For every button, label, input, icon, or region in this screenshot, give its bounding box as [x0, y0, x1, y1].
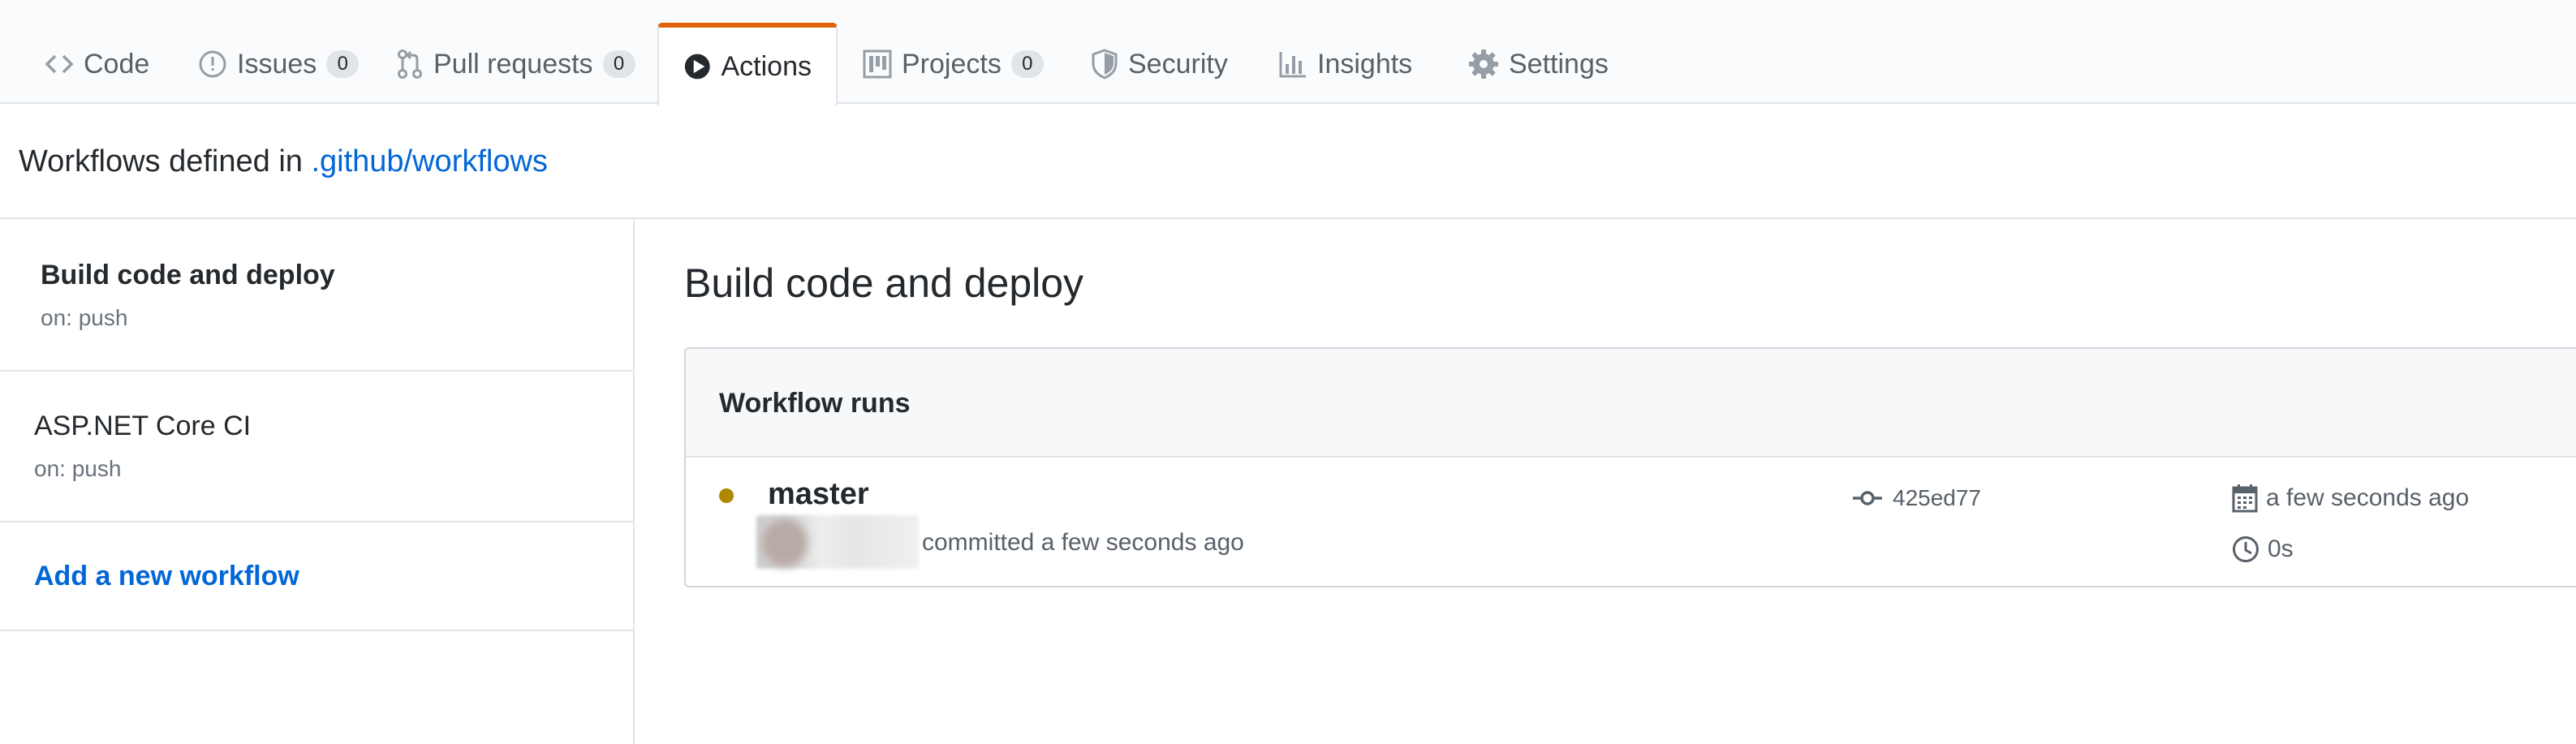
sidebar-item-aspnet-core-ci[interactable]: ASP.NET Core CI on: push: [0, 372, 633, 523]
tab-pull-requests-label: Pull requests: [433, 48, 593, 80]
sidebar-item-title: ASP.NET Core CI: [34, 411, 252, 441]
tab-actions[interactable]: Actions: [657, 23, 838, 105]
tab-code-label: Code: [84, 48, 150, 80]
avatar-image: [762, 519, 808, 566]
gear-icon: [1469, 49, 1498, 79]
tab-actions-label: Actions: [721, 50, 812, 82]
pull-request-icon: [398, 49, 422, 79]
graph-icon: [1279, 52, 1306, 78]
calendar-icon: [2232, 484, 2258, 513]
shield-icon: [1092, 49, 1118, 80]
tab-projects[interactable]: Projects 0: [863, 24, 1044, 104]
tab-settings[interactable]: Settings: [1468, 24, 1609, 104]
tab-security-label: Security: [1128, 48, 1228, 80]
tab-pull-requests[interactable]: Pull requests 0: [396, 24, 635, 104]
run-duration: 0s: [2232, 535, 2294, 563]
workflow-runs-label: Workflow runs: [719, 388, 911, 419]
issues-count-badge: 0: [326, 50, 360, 78]
workflows-defined-text: Workflows defined in .github/workflows: [19, 144, 548, 179]
issue-icon: [199, 50, 226, 78]
workflow-runs-header: Workflow runs: [686, 349, 2576, 458]
tab-code[interactable]: Code: [45, 24, 149, 104]
run-branch-link[interactable]: master: [768, 477, 869, 512]
commit-icon: [1853, 491, 1882, 505]
tab-security[interactable]: Security: [1091, 24, 1228, 104]
run-started-time: a few seconds ago: [2232, 484, 2469, 513]
sidebar-item-trigger: on: push: [34, 456, 122, 481]
code-icon: [45, 54, 74, 74]
pull-requests-count-badge: 0: [602, 50, 635, 78]
tab-issues[interactable]: Issues 0: [198, 24, 360, 104]
page-title: Build code and deploy: [684, 260, 1084, 306]
status-in-progress-dot: [719, 488, 734, 503]
commit-sha: 425ed77: [1893, 485, 1982, 510]
tab-insights[interactable]: Insights: [1278, 24, 1412, 104]
workflow-runs-panel: Workflow runs master committed a few sec…: [684, 347, 2576, 587]
run-duration-text: 0s: [2268, 535, 2294, 562]
sidebar-item-add-workflow: Add a new workflow: [0, 523, 633, 631]
sidebar-item-build-code-and-deploy[interactable]: Build code and deploy on: push: [0, 219, 633, 372]
run-committed-text: committed a few seconds ago: [922, 529, 1244, 556]
repo-nav-tabs: Code Issues 0 Pull requests 0 Actions Pr…: [0, 0, 2576, 105]
sidebar-item-title: Build code and deploy: [41, 260, 335, 290]
workflows-path-link[interactable]: .github/workflows: [311, 144, 547, 178]
tab-projects-label: Projects: [902, 48, 1002, 80]
workflows-defined-prefix: Workflows defined in: [19, 144, 312, 178]
tab-issues-label: Issues: [237, 48, 317, 80]
tab-settings-label: Settings: [1509, 48, 1609, 80]
projects-count-badge: 0: [1010, 50, 1044, 78]
run-commit[interactable]: 425ed77: [1852, 485, 1981, 511]
workflow-sidebar: Build code and deploy on: push ASP.NET C…: [0, 219, 635, 744]
sidebar-item-trigger: on: push: [41, 305, 128, 330]
tab-insights-label: Insights: [1317, 48, 1413, 80]
clock-icon: [2233, 536, 2259, 562]
run-started-text: a few seconds ago: [2266, 484, 2470, 511]
add-new-workflow-link[interactable]: Add a new workflow: [34, 561, 299, 592]
project-icon: [863, 49, 892, 79]
play-icon: [684, 54, 710, 80]
